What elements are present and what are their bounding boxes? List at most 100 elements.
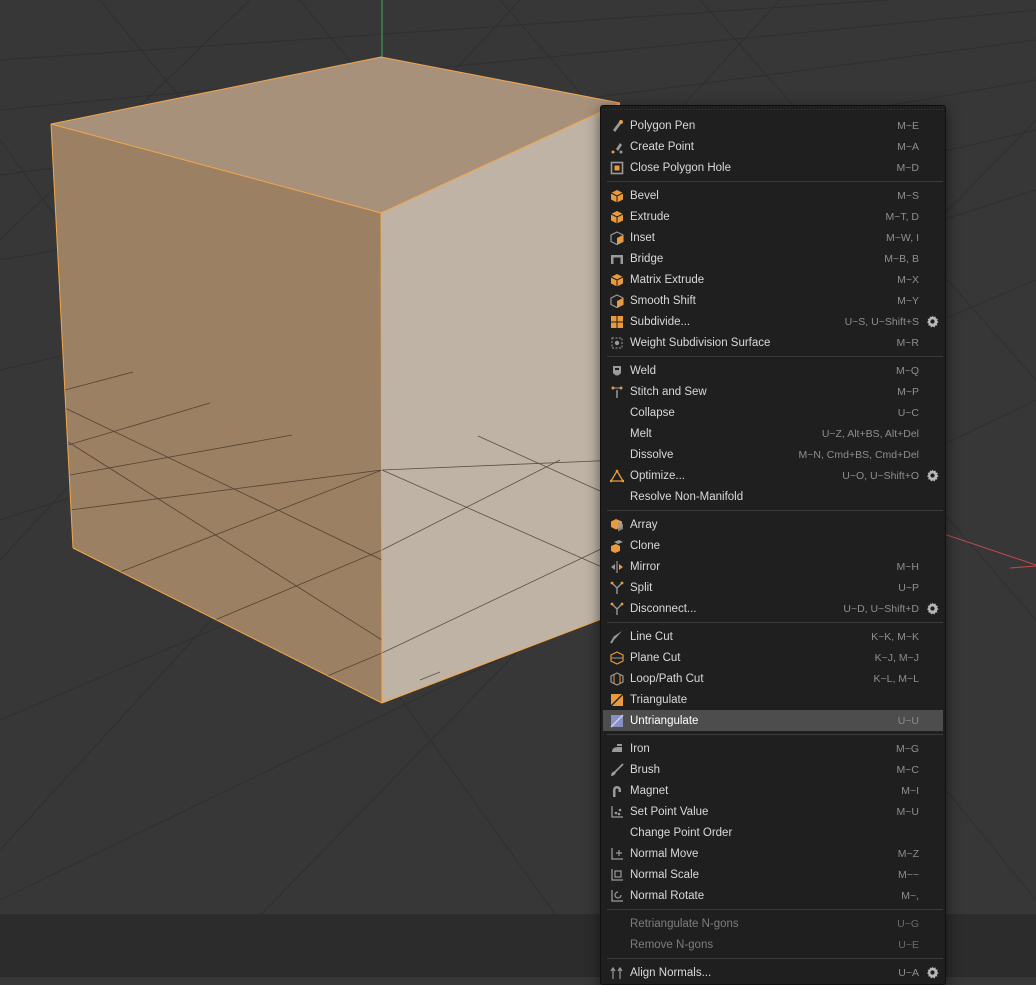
menu-item-shortcut: M~, [901,889,919,902]
menu-item-split[interactable]: Split U~P [603,577,943,598]
menu-item-create-point[interactable]: Create Point M~A [603,136,943,157]
menu-item-array[interactable]: Array [603,514,943,535]
menu-item-shortcut: M~S [897,189,919,202]
menu-item-shortcut: U~D, U~Shift+D [843,602,919,615]
menu-item-line-cut[interactable]: Line Cut K~K, M~K [603,626,943,647]
menu-item-shortcut: M~Q [895,364,919,377]
gear-icon[interactable] [926,602,939,615]
menu-item-shortcut: M~B, B [884,252,919,265]
split-icon [609,601,624,616]
empty-icon-slot [609,405,624,420]
menu-item-matrix-extrude[interactable]: Matrix Extrude M~X [603,269,943,290]
menu-item-label: Array [630,518,658,531]
menu-item-triangulate[interactable]: Triangulate [603,689,943,710]
menu-item-label: Normal Scale [630,868,700,881]
menu-item-label: Untriangulate [630,714,699,727]
menu-item-shortcut: K~K, M~K [871,630,919,643]
menu-item-polygon-pen[interactable]: Polygon Pen M~E [603,115,943,136]
selected-cube[interactable] [50,56,621,704]
menu-item-close-polygon-hole[interactable]: Close Polygon Hole M~D [603,157,943,178]
menu-item-disconnect[interactable]: Disconnect... U~D, U~Shift+D [603,598,943,619]
optimize-icon [609,468,624,483]
menu-item-stitch-and-sew[interactable]: Stitch and Sew M~P [603,381,943,402]
menu-item-change-point-order[interactable]: Change Point Order [603,822,943,843]
menu-item-shortcut: U~Z, Alt+BS, Alt+Del [821,427,919,440]
menu-item-label: Remove N-gons [630,938,714,951]
menu-separator [607,356,943,357]
mirror-icon [609,559,624,574]
menu-item-weld[interactable]: Weld M~Q [603,360,943,381]
pen-icon [609,118,624,133]
menu-item-resolve-non-manifold[interactable]: Resolve Non-Manifold [603,486,943,507]
menu-item-inset[interactable]: Inset M~W, I [603,227,943,248]
menu-item-shortcut: U~O, U~Shift+O [842,469,919,482]
knife-icon [609,629,624,644]
menu-item-label: Normal Rotate [630,889,705,902]
menu-item-retriangulate-ngons: Retriangulate N-gons U~G [603,913,943,934]
menu-item-label: Triangulate [630,693,688,706]
cube-icon [609,272,624,287]
menu-item-shortcut: M~T, D [885,210,919,223]
gear-icon[interactable] [926,469,939,482]
menu-item-subdivide[interactable]: Subdivide... U~S, U~Shift+S [603,311,943,332]
gear-icon[interactable] [926,315,939,328]
menu-item-label: Collapse [630,406,675,419]
cube-left-face[interactable] [51,124,382,703]
menu-item-brush[interactable]: Brush M~C [603,759,943,780]
menu-item-label: Retriangulate N-gons [630,917,739,930]
menu-item-shortcut: M~G [895,742,919,755]
menu-item-smooth-shift[interactable]: Smooth Shift M~Y [603,290,943,311]
menu-item-dissolve[interactable]: Dissolve M~N, Cmd+BS, Cmd+Del [603,444,943,465]
menu-item-bridge[interactable]: Bridge M~B, B [603,248,943,269]
mesh-context-menu: Polygon Pen M~E Create Point M~A Close Polyg… [600,105,946,985]
menu-item-melt[interactable]: Melt U~Z, Alt+BS, Alt+Del [603,423,943,444]
menu-separator [607,734,943,735]
menu-item-normal-move[interactable]: Normal Move M~Z [603,843,943,864]
menu-item-magnet[interactable]: Magnet M~I [603,780,943,801]
menu-item-shortcut: K~J, M~J [874,651,919,664]
split-icon [609,580,624,595]
menu-item-label: Create Point [630,140,694,153]
menu-item-weight-subdivision-surface[interactable]: Weight Subdivision Surface M~R [603,332,943,353]
menu-item-loop-path-cut[interactable]: Loop/Path Cut K~L, M~L [603,668,943,689]
menu-item-clone[interactable]: Clone [603,535,943,556]
bridge-icon [609,251,624,266]
menu-item-collapse[interactable]: Collapse U~C [603,402,943,423]
menu-item-bevel[interactable]: Bevel M~S [603,185,943,206]
menu-item-shortcut: M~W, I [886,231,919,244]
untriangulate-icon [609,713,624,728]
menu-item-label: Polygon Pen [630,119,696,132]
menu-separator [607,510,943,511]
menu-item-label: Change Point Order [630,826,733,839]
menu-item-normal-scale[interactable]: Normal Scale M~~ [603,864,943,885]
menu-separator [607,181,943,182]
menu-items: Polygon Pen M~E Create Point M~A Close Polyg… [601,115,945,983]
empty-icon-slot [609,426,624,441]
pen-point-icon [609,139,624,154]
menu-item-iron[interactable]: Iron M~G [603,738,943,759]
gear-icon[interactable] [926,966,939,979]
triangulate-icon [609,692,624,707]
menu-item-label: Bevel [630,189,659,202]
menu-item-label: Matrix Extrude [630,273,705,286]
menu-item-optimize[interactable]: Optimize... U~O, U~Shift+O [603,465,943,486]
menu-item-normal-rotate[interactable]: Normal Rotate M~, [603,885,943,906]
menu-item-shortcut: U~E [898,938,919,951]
menu-item-align-normals[interactable]: Align Normals... U~A [603,962,943,983]
menu-item-shortcut: M~A [897,140,919,153]
align-normals-icon [609,965,624,980]
menu-tearoff-handle[interactable] [603,106,943,115]
normal-move-icon [609,846,624,861]
menu-item-shortcut: U~G [897,917,919,930]
menu-item-label: Resolve Non-Manifold [630,490,744,503]
menu-item-mirror[interactable]: Mirror M~H [603,556,943,577]
menu-item-shortcut: M~P [897,385,919,398]
close-hole-icon [609,160,624,175]
menu-item-untriangulate[interactable]: Untriangulate U~U [603,710,943,731]
cube-icon [609,209,624,224]
menu-item-set-point-value[interactable]: Set Point Value M~U [603,801,943,822]
menu-item-extrude[interactable]: Extrude M~T, D [603,206,943,227]
menu-item-plane-cut[interactable]: Plane Cut K~J, M~J [603,647,943,668]
menu-item-label: Stitch and Sew [630,385,707,398]
empty-icon-slot [609,489,624,504]
